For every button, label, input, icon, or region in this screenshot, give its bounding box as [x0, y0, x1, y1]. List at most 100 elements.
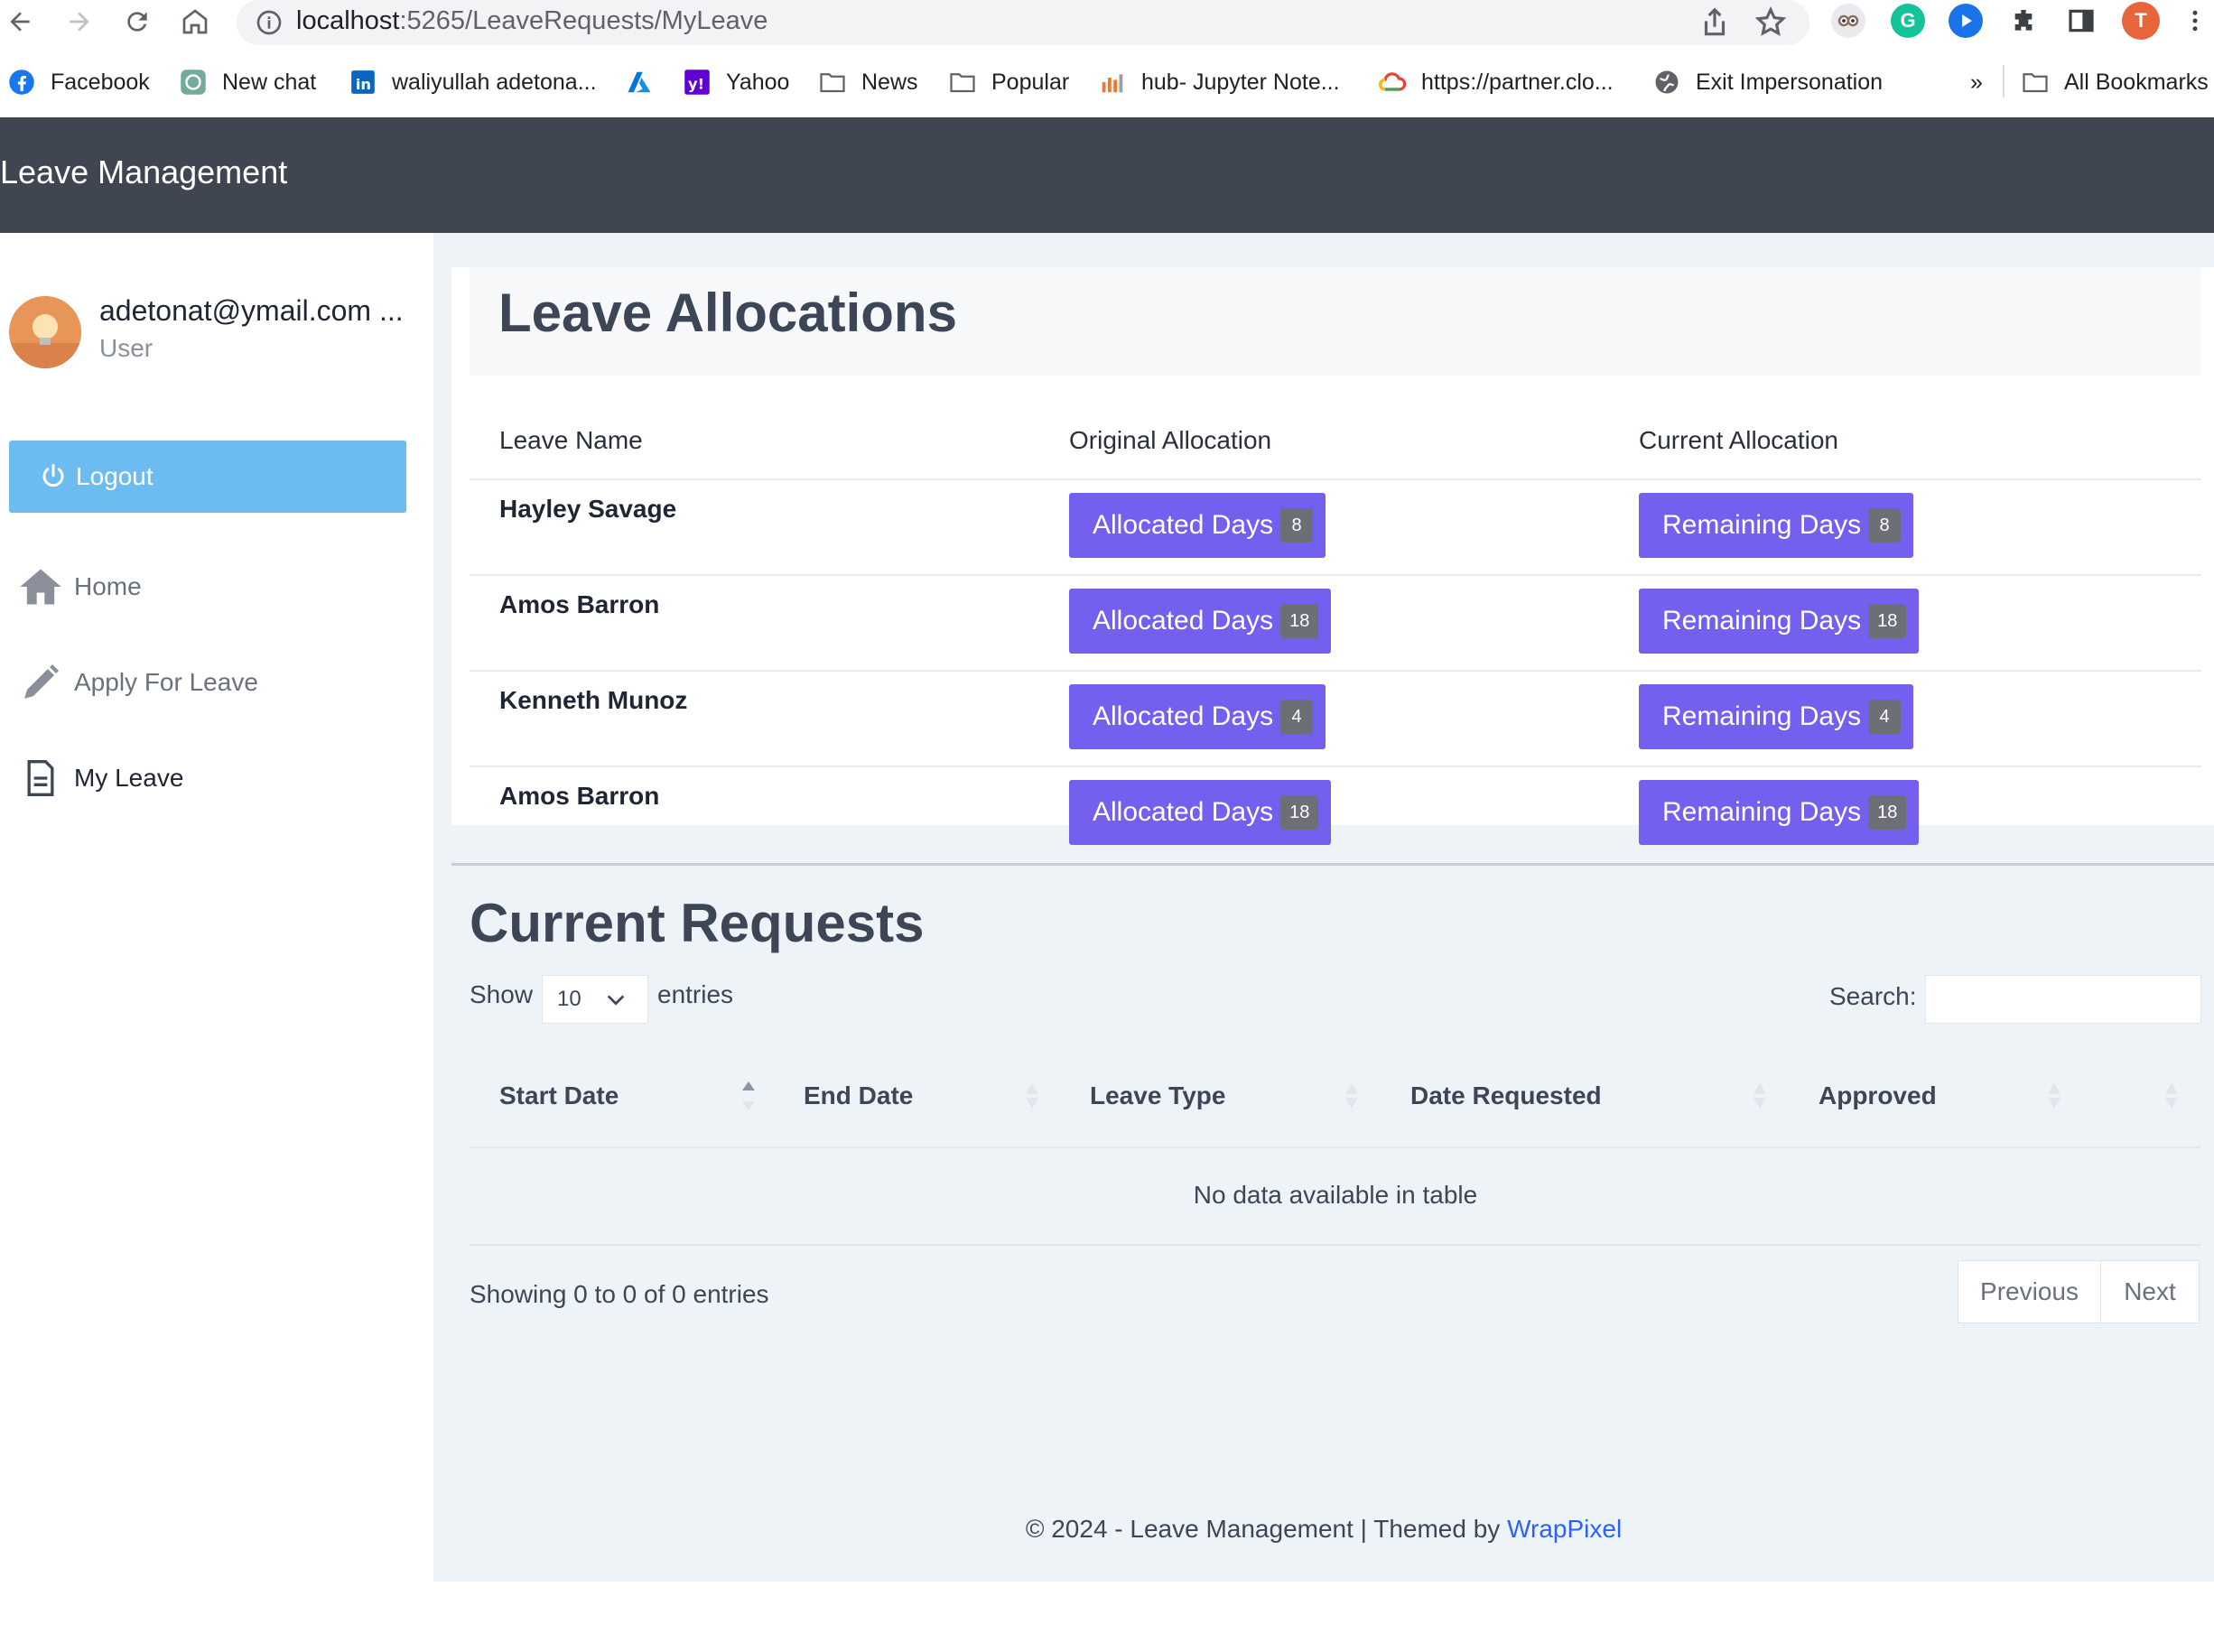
sort-icon[interactable]	[2162, 1080, 2181, 1112]
sort-ascending-icon	[742, 1081, 755, 1110]
user-role: User	[99, 334, 153, 362]
section-title: Current Requests	[470, 893, 925, 953]
bookmark-popular[interactable]: Popular	[948, 61, 1069, 103]
bookmark-azure[interactable]	[625, 61, 668, 103]
bookmark-exit-impersonation[interactable]: Exit Impersonation	[1652, 61, 1883, 103]
next-page-button[interactable]: Next	[2101, 1261, 2199, 1323]
leave-name: Amos Barron	[499, 590, 660, 618]
bookmark-all-bookmarks[interactable]: All Bookmarks	[2021, 61, 2209, 103]
remaining-days-badge: 18	[1868, 604, 1907, 638]
remaining-days-badge: 8	[1868, 508, 1902, 543]
sort-icon	[1026, 1083, 1038, 1109]
search-input[interactable]	[1925, 975, 2201, 1024]
user-email: adetonat@ymail.com ...	[99, 294, 404, 327]
extension-play-icon[interactable]	[1949, 4, 1983, 38]
browser-menu-icon[interactable]	[2181, 4, 2209, 38]
remaining-days-button[interactable]: Remaining Days 4	[1639, 684, 1914, 749]
sidebar-item-home[interactable]: Home	[16, 560, 142, 614]
footer: © 2024 - Leave Management | Themed by Wr…	[433, 1515, 2214, 1544]
column-header-start-date[interactable]: Start Date	[499, 1081, 619, 1110]
logout-button[interactable]: Logout	[9, 441, 406, 513]
bookmark-jupyter[interactable]: hub- Jupyter Note...	[1098, 61, 1340, 103]
column-header-date-requested[interactable]: Date Requested	[1410, 1081, 1602, 1110]
allocated-days-button[interactable]: Allocated Days 4	[1069, 684, 1326, 749]
table-divider	[470, 1244, 2201, 1246]
document-icon	[16, 754, 65, 803]
address-bar[interactable]: localhost:5265/LeaveRequests/MyLeave	[237, 0, 1809, 45]
column-header-current-allocation: Current Allocation	[1639, 426, 1839, 454]
globe-icon	[1652, 68, 1681, 97]
bookmark-star-icon[interactable]	[1754, 5, 1788, 40]
row-divider	[470, 670, 2201, 672]
profile-avatar[interactable]: T	[2122, 2, 2160, 40]
sort-icon	[1754, 1083, 1766, 1109]
site-info-icon[interactable]	[255, 8, 284, 37]
linkedin-icon: in	[349, 68, 377, 97]
app-header: Leave Management	[0, 117, 2214, 233]
bookmark-facebook[interactable]: Facebook	[7, 61, 150, 103]
sidebar-item-label: Home	[74, 572, 142, 600]
url-text[interactable]: localhost:5265/LeaveRequests/MyLeave	[296, 6, 767, 36]
remaining-days-button[interactable]: Remaining Days 18	[1639, 780, 1920, 845]
sidebar-item-label: My Leave	[74, 764, 184, 792]
column-header-leave-type[interactable]: Leave Type	[1090, 1081, 1225, 1110]
reload-icon[interactable]	[119, 4, 155, 40]
bookmark-partner-cloud[interactable]: https://partner.clo...	[1378, 61, 1614, 103]
row-divider	[470, 574, 2201, 576]
leave-name: Amos Barron	[499, 782, 660, 810]
wrappixel-link[interactable]: WrapPixel	[1507, 1515, 1622, 1543]
lightbulb-icon	[9, 296, 81, 368]
card-header: Leave Allocations	[470, 267, 2201, 376]
home-icon	[16, 562, 65, 611]
chart-bars-icon	[1098, 68, 1127, 97]
sort-icon	[1345, 1083, 1358, 1109]
allocated-days-button[interactable]: Allocated Days 18	[1069, 780, 1332, 845]
table-info: Showing 0 to 0 of 0 entries	[470, 1280, 769, 1308]
allocated-days-button[interactable]: Allocated Days 18	[1069, 589, 1332, 654]
remaining-days-badge: 4	[1868, 700, 1902, 734]
app-title[interactable]: Leave Management	[0, 153, 287, 191]
allocated-days-button[interactable]: Allocated Days 8	[1069, 493, 1326, 558]
page-length-value: 10	[557, 987, 581, 1011]
allocated-days-badge: 4	[1280, 700, 1314, 734]
home-browser-icon[interactable]	[177, 4, 213, 40]
folder-icon	[2021, 68, 2050, 97]
azure-icon	[625, 68, 654, 97]
column-header-approved[interactable]: Approved	[1819, 1081, 1937, 1110]
sidebar: adetonat@ymail.com ... User Logout Home …	[0, 233, 433, 1652]
extension-owl-icon[interactable]	[1831, 4, 1865, 38]
table-divider	[470, 1146, 2201, 1148]
bookmark-yahoo[interactable]: y! Yahoo	[683, 61, 789, 103]
column-header-leave-name: Leave Name	[499, 426, 643, 454]
bookmark-news[interactable]: News	[818, 61, 918, 103]
bookmark-new-chat[interactable]: New chat	[179, 61, 316, 103]
facebook-icon	[7, 68, 36, 97]
entries-label: entries	[657, 980, 734, 1008]
grammarly-icon[interactable]: G	[1891, 4, 1925, 38]
bookmarks-overflow-button[interactable]: »	[1970, 61, 1983, 103]
table-empty-message: No data available in table	[1193, 1181, 1478, 1209]
sidebar-item-apply-for-leave[interactable]: Apply For Leave	[16, 655, 258, 710]
forward-icon[interactable]	[61, 4, 98, 40]
page-title: Leave Allocations	[498, 283, 957, 343]
bookmark-linkedin[interactable]: in waliyullah adetona...	[349, 61, 597, 103]
previous-page-button[interactable]: Previous	[1958, 1261, 2101, 1323]
power-icon	[42, 464, 64, 487]
sort-icon	[2048, 1083, 2061, 1109]
pencil-icon	[16, 658, 65, 707]
search-label: Search:	[1829, 982, 1917, 1010]
chevron-down-icon	[607, 995, 625, 1006]
allocated-days-badge: 18	[1280, 604, 1319, 638]
page-length-select[interactable]: 10	[542, 975, 648, 1024]
extensions-puzzle-icon[interactable]	[2006, 4, 2041, 38]
remaining-days-button[interactable]: Remaining Days 18	[1639, 589, 1920, 654]
show-label: Show	[470, 980, 534, 1008]
share-icon[interactable]	[1698, 5, 1732, 40]
leave-name: Kenneth Munoz	[499, 686, 688, 714]
side-panel-icon[interactable]	[2064, 4, 2098, 38]
remaining-days-button[interactable]: Remaining Days 8	[1639, 493, 1914, 558]
column-header-end-date[interactable]: End Date	[804, 1081, 913, 1110]
sidebar-item-my-leave[interactable]: My Leave	[16, 751, 183, 805]
chatgpt-icon	[179, 68, 208, 97]
back-icon[interactable]	[2, 4, 38, 40]
